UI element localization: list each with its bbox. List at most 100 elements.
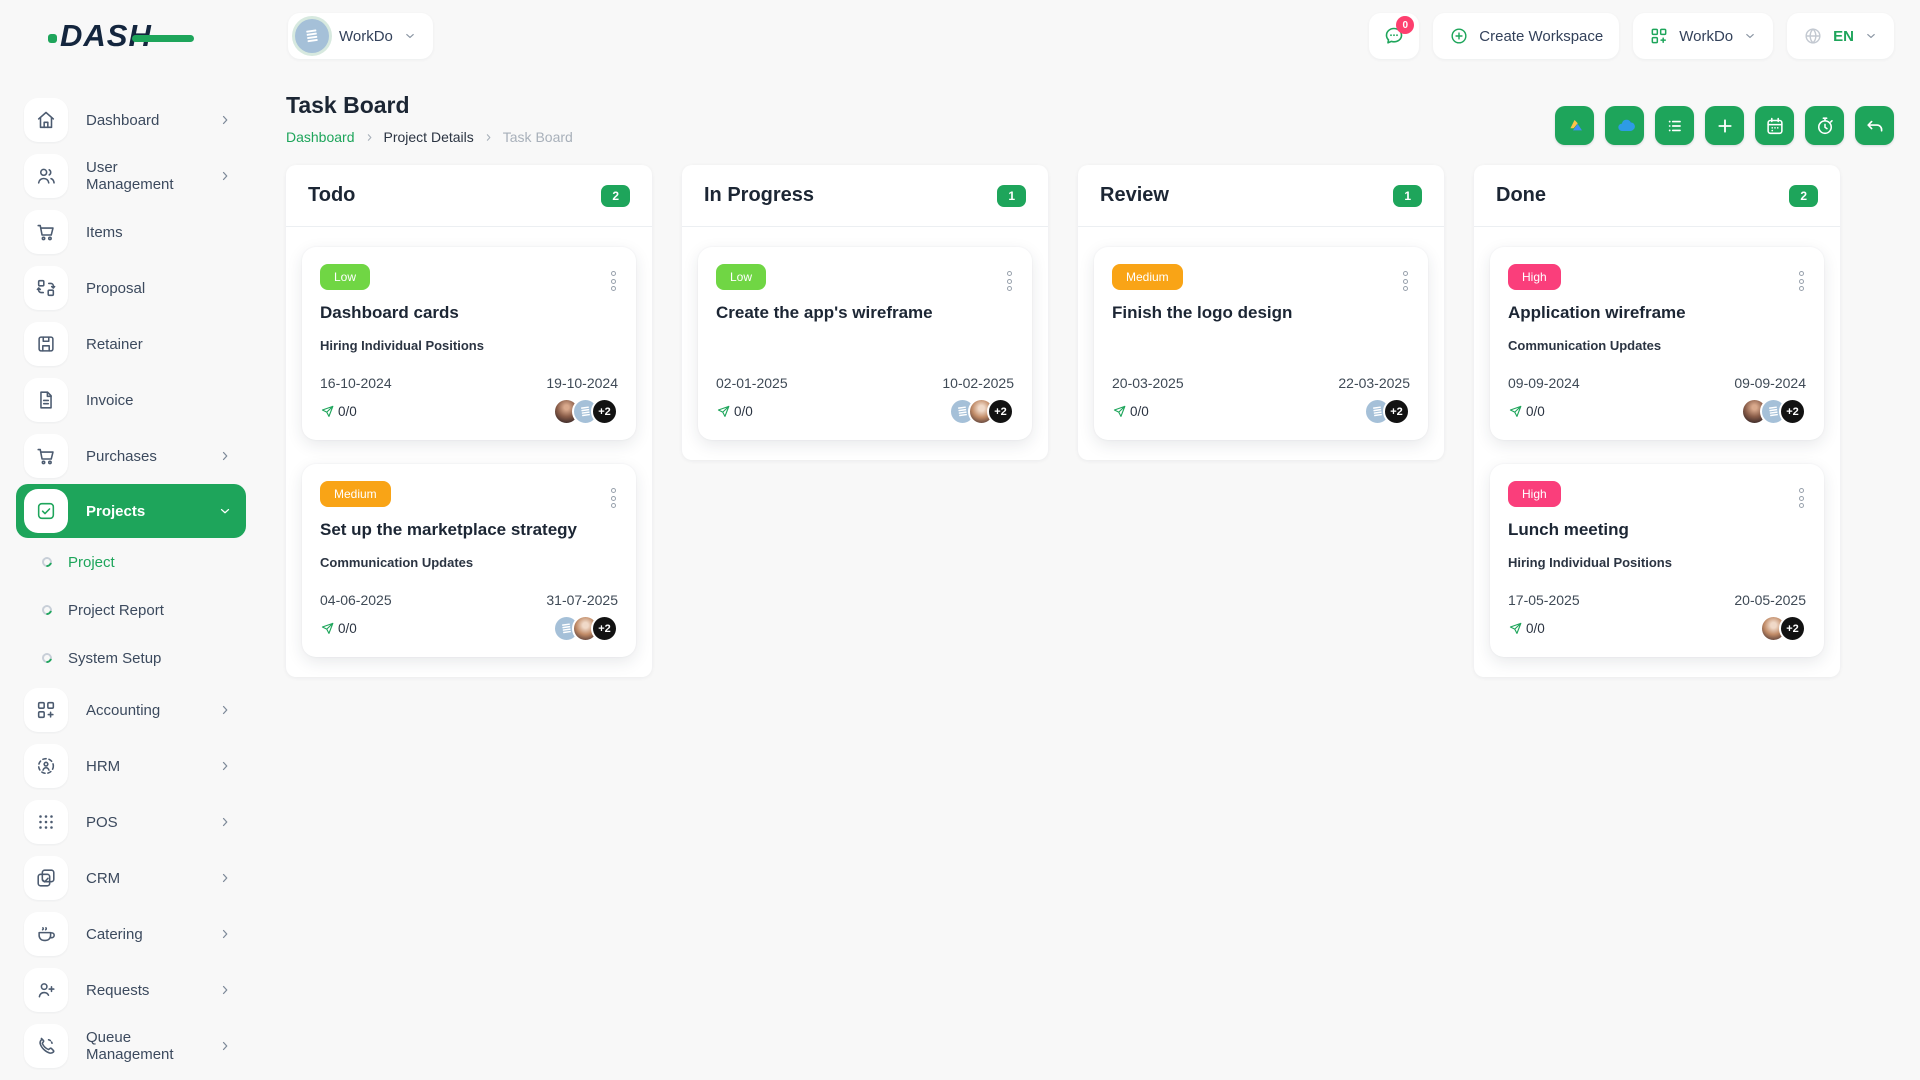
sidebar-subitem-system-setup[interactable]: System Setup bbox=[16, 634, 262, 682]
card-menu-button[interactable] bbox=[607, 267, 620, 296]
ring-bullet-icon bbox=[40, 651, 54, 665]
create-workspace-button[interactable]: Create Workspace bbox=[1433, 13, 1620, 59]
more-assignees-badge[interactable]: +2 bbox=[1383, 398, 1410, 425]
send-icon bbox=[1508, 621, 1523, 636]
task-board: Todo 2 Low Dashboard cards Hiring Individual… bbox=[286, 165, 1894, 677]
sidebar-item-items[interactable]: Items bbox=[16, 204, 246, 260]
sidebar-item-projects[interactable]: Projects bbox=[16, 484, 246, 538]
messages-count-badge: 0 bbox=[1396, 16, 1415, 34]
sidebar-item-accounting[interactable]: Accounting bbox=[16, 682, 246, 738]
task-start-date: 09-09-2024 bbox=[1508, 375, 1580, 391]
sidebar-item-label: User Management bbox=[86, 159, 174, 193]
task-end-date: 10-02-2025 bbox=[942, 375, 1014, 391]
chevron-right-icon bbox=[218, 703, 232, 717]
task-title: Dashboard cards bbox=[320, 303, 459, 322]
sidebar-item-purchases[interactable]: Purchases bbox=[16, 428, 246, 484]
task-title: Finish the logo design bbox=[1112, 303, 1293, 322]
sidebar-item-crm[interactable]: CRM bbox=[16, 850, 246, 906]
sidebar-subitem-label: Project Report bbox=[68, 601, 164, 619]
sidebar-item-proposal[interactable]: Proposal bbox=[16, 260, 246, 316]
sidebar-item-label: Invoice bbox=[86, 391, 134, 409]
assignee-avatars: +2 bbox=[553, 615, 618, 642]
list-button[interactable] bbox=[1655, 106, 1694, 145]
chevron-right-icon bbox=[218, 759, 232, 773]
google-drive-button[interactable] bbox=[1555, 106, 1594, 145]
chevron-right-icon bbox=[218, 815, 232, 829]
grid-plus-icon bbox=[1651, 28, 1667, 44]
send-icon bbox=[1112, 404, 1127, 419]
card-menu-button[interactable] bbox=[1795, 484, 1808, 513]
task-progress-count: 0/0 bbox=[734, 404, 753, 419]
workspace-switcher[interactable]: WorkDo bbox=[288, 13, 433, 59]
board-column-review: Review 1 Medium Finish the logo design 20-03… bbox=[1078, 165, 1444, 460]
board-column-todo: Todo 2 Low Dashboard cards Hiring Individual… bbox=[286, 165, 652, 677]
task-card-finish-the-logo-design[interactable]: Medium Finish the logo design 20-03-2025 22… bbox=[1094, 247, 1428, 440]
task-progress-count: 0/0 bbox=[1526, 621, 1545, 636]
task-card-set-up-the-marketplace-strategy[interactable]: Medium Set up the marketplace strategy Com… bbox=[302, 464, 636, 657]
onedrive-button[interactable] bbox=[1605, 106, 1644, 145]
task-card-lunch-meeting[interactable]: High Lunch meeting Hiring Individual Posit… bbox=[1490, 464, 1824, 657]
task-card-application-wireframe[interactable]: High Application wireframe Communication U… bbox=[1490, 247, 1824, 440]
assignee-avatars: +2 bbox=[949, 398, 1014, 425]
plus-button[interactable] bbox=[1705, 106, 1744, 145]
plus-circle-icon bbox=[1451, 28, 1467, 44]
task-progress-count: 0/0 bbox=[1130, 404, 1149, 419]
assignee-avatars: +2 bbox=[553, 398, 618, 425]
workdo-menu-button[interactable]: WorkDo bbox=[1633, 13, 1774, 59]
chevron-right-icon bbox=[218, 927, 232, 941]
task-end-date: 22-03-2025 bbox=[1338, 375, 1410, 391]
task-progress: 0/0 bbox=[320, 404, 357, 419]
task-progress: 0/0 bbox=[1508, 404, 1545, 419]
sidebar-item-requests[interactable]: Requests bbox=[16, 962, 246, 1018]
sidebar-subitem-project[interactable]: Project bbox=[16, 538, 262, 586]
ring-bullet-icon bbox=[40, 603, 54, 617]
list-icon bbox=[1664, 115, 1686, 137]
more-assignees-badge[interactable]: +2 bbox=[1779, 615, 1806, 642]
task-progress-count: 0/0 bbox=[1526, 404, 1545, 419]
card-menu-button[interactable] bbox=[1795, 267, 1808, 296]
sidebar-item-label: Accounting bbox=[86, 701, 161, 719]
task-milestone: Communication Updates bbox=[320, 554, 474, 570]
task-progress-count: 0/0 bbox=[338, 621, 357, 636]
breadcrumb-project-details-link[interactable]: Project Details bbox=[384, 129, 474, 145]
building-icon bbox=[306, 29, 318, 43]
language-selector[interactable]: EN bbox=[1787, 13, 1894, 59]
cart-icon bbox=[24, 210, 68, 254]
more-assignees-badge[interactable]: +2 bbox=[1779, 398, 1806, 425]
sidebar-item-pos[interactable]: POS bbox=[16, 794, 246, 850]
chevron-right-icon bbox=[218, 1039, 232, 1053]
messages-button[interactable]: 0 bbox=[1369, 13, 1420, 59]
timer-button[interactable] bbox=[1805, 106, 1844, 145]
more-assignees-badge[interactable]: +2 bbox=[591, 398, 618, 425]
card-menu-button[interactable] bbox=[1399, 267, 1412, 296]
sidebar-item-label: Catering bbox=[86, 925, 143, 943]
sidebar-item-label: Purchases bbox=[86, 447, 157, 465]
more-assignees-badge[interactable]: +2 bbox=[987, 398, 1014, 425]
sidebar-item-user-management[interactable]: User Management bbox=[16, 148, 246, 204]
sidebar-item-hrm[interactable]: HRM bbox=[16, 738, 246, 794]
calendar-button[interactable] bbox=[1755, 106, 1794, 145]
invoice-icon bbox=[24, 378, 68, 422]
card-menu-button[interactable] bbox=[607, 484, 620, 513]
dots-grid-icon bbox=[24, 800, 68, 844]
sidebar-item-label: Projects bbox=[86, 502, 146, 520]
task-card-dashboard-cards[interactable]: Low Dashboard cards Hiring Individual Posi… bbox=[302, 247, 636, 440]
task-progress: 0/0 bbox=[1508, 621, 1545, 636]
board-column-done: Done 2 High Application wireframe Communicat… bbox=[1474, 165, 1840, 677]
sidebar-item-catering[interactable]: Catering bbox=[16, 906, 246, 962]
coffee-icon bbox=[24, 912, 68, 956]
sidebar-item-invoice[interactable]: Invoice bbox=[16, 372, 246, 428]
more-assignees-badge[interactable]: +2 bbox=[591, 615, 618, 642]
sidebar-subitem-project-report[interactable]: Project Report bbox=[16, 586, 262, 634]
sidebar-item-retainer[interactable]: Retainer bbox=[16, 316, 246, 372]
board-toolbar bbox=[1555, 106, 1894, 145]
sidebar-item-dashboard[interactable]: Dashboard bbox=[16, 92, 246, 148]
undo-button[interactable] bbox=[1855, 106, 1894, 145]
workdo-menu-label: WorkDo bbox=[1679, 27, 1734, 45]
assignee-avatars: +2 bbox=[1760, 615, 1806, 642]
chevron-right-icon bbox=[218, 169, 232, 183]
sidebar-item-queue-management[interactable]: Queue Management bbox=[16, 1018, 246, 1074]
task-card-create-the-apps-wireframe[interactable]: Low Create the app's wireframe 02-01-2025 1… bbox=[698, 247, 1032, 440]
card-menu-button[interactable] bbox=[1003, 267, 1016, 296]
breadcrumb-dashboard-link[interactable]: Dashboard bbox=[286, 129, 355, 145]
